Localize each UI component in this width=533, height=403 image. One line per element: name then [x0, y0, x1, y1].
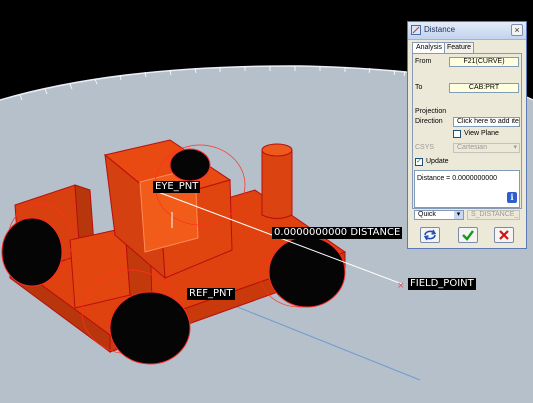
distance-app-icon: [411, 25, 421, 35]
tab-feature[interactable]: Feature: [444, 42, 474, 53]
close-button[interactable]: ×: [511, 24, 523, 36]
projection-label: Projection: [415, 108, 447, 115]
chevron-down-icon: ▾: [513, 144, 517, 151]
repeat-icon: [423, 229, 437, 241]
name-field[interactable]: S_DISTANCE_1: [467, 210, 520, 220]
csys-select[interactable]: Cartesian ▾: [453, 143, 520, 153]
view-plane-label: View Plane: [464, 130, 499, 137]
dialog-title: Distance: [424, 25, 456, 34]
mode-select[interactable]: Quick ▾: [414, 210, 464, 220]
direction-field[interactable]: Click here to add ite: [453, 117, 520, 127]
wheel: [109, 291, 191, 365]
wheel: [169, 148, 211, 182]
csys-value: Cartesian: [457, 144, 487, 151]
ok-button[interactable]: [458, 227, 478, 243]
field-point-label[interactable]: FIELD_POINT: [408, 278, 476, 290]
chevron-down-icon: ▾: [454, 211, 463, 219]
view-plane-checkbox[interactable]: [453, 130, 461, 138]
info-icon[interactable]: i: [507, 192, 517, 203]
distance-label[interactable]: 0.0000000000 DISTANCE: [272, 227, 403, 239]
cancel-x-icon: [499, 230, 509, 240]
cancel-button[interactable]: [494, 227, 514, 243]
direction-label: Direction: [415, 118, 443, 125]
eye-pnt-label[interactable]: EYE_PNT: [153, 181, 201, 193]
repeat-button[interactable]: [420, 227, 440, 243]
to-field[interactable]: CAB:PRT: [449, 83, 519, 93]
dialog-titlebar[interactable]: Distance ×: [408, 22, 526, 40]
mode-value: Quick: [418, 211, 436, 218]
to-label: To: [415, 84, 423, 91]
checkmark-icon: [462, 230, 474, 241]
distance-dialog: Distance × Analysis Feature From F21(CUR…: [407, 21, 527, 249]
from-field[interactable]: F21(CURVE): [449, 57, 519, 67]
wheel: [268, 236, 346, 308]
from-label: From: [415, 58, 432, 65]
result-area: Distance = 0.0000000000 i: [414, 170, 520, 208]
csys-label: CSYS: [415, 144, 435, 151]
wheel: [1, 217, 63, 287]
distance-result-text: Distance = 0.0000000000: [417, 175, 497, 182]
field-point-marker: ×: [397, 281, 405, 291]
update-label: Update: [426, 158, 449, 165]
ref-pnt-label[interactable]: REF_PNT: [187, 288, 235, 300]
update-checkbox[interactable]: ✓: [415, 158, 423, 166]
tab-analysis[interactable]: Analysis: [412, 42, 446, 53]
